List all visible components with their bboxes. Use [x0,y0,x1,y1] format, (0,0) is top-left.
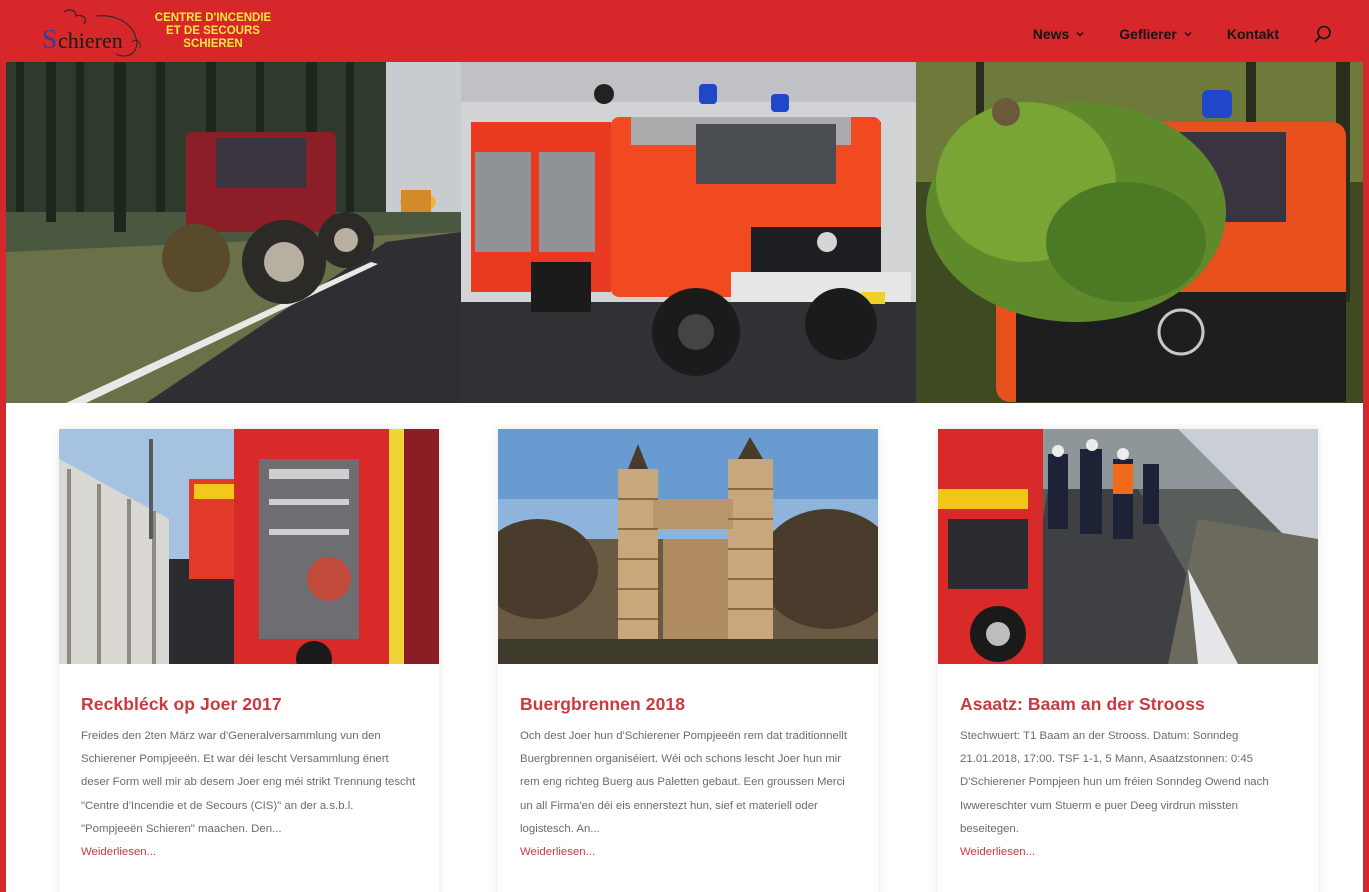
nav-item-geflierer[interactable]: Geflierer [1119,26,1193,42]
post-image-3[interactable] [938,429,1318,664]
search-icon[interactable] [1313,24,1333,44]
brand-line-3: SCHIEREN [183,38,243,50]
hero-image-fire-truck[interactable] [461,62,916,403]
hero-image-tractor[interactable] [6,62,461,403]
read-more-link[interactable]: Weiderliesen... [520,841,856,864]
nav-item-kontakt[interactable]: Kontakt [1227,26,1279,42]
post-excerpt: Freides den 2ten März war d'Generalversa… [81,730,416,835]
brand-name[interactable]: CENTRE D'INCENDIE ET DE SECOURS SCHIEREN [142,12,284,51]
post-excerpt: Och dest Joer hun d'Schierener Pompjeeën… [520,730,847,835]
chevron-down-icon [1076,32,1084,37]
nav-item-label: Geflierer [1119,26,1177,42]
brand-line-2: ET DE SECOURS [166,25,260,37]
post-image-2[interactable] [498,429,878,664]
post-card-3: Asaatz: Baam an der Strooss Stechwuert: … [938,429,1318,892]
logo-s-letter: S [42,24,57,54]
post-card-1: Reckbléck op Joer 2017 Freides den 2ten … [59,429,439,892]
nav-item-label: Kontakt [1226,26,1279,42]
read-more-link[interactable]: Weiderliesen... [960,841,1296,864]
hero-gallery [6,62,1363,403]
post-title[interactable]: Asaatz: Baam an der Strooss [960,694,1296,715]
nav-item-news[interactable]: News [1033,26,1086,42]
site-header: S chieren CENTRE D'INCENDIE ET DE SECOUR… [6,6,1363,62]
hero-image-truck-tree[interactable] [916,62,1363,403]
chevron-down-icon [1184,32,1192,37]
logo-wordmark: chieren [58,28,123,53]
main-nav: News Geflierer Kontakt [1033,6,1333,62]
site-logo[interactable]: S chieren [36,8,148,60]
logo-emblem: S chieren [42,9,141,57]
post-title[interactable]: Buergbrennen 2018 [520,694,856,715]
post-body-2: Buergbrennen 2018 Och dest Joer hun d'Sc… [498,664,878,864]
post-card-2: Buergbrennen 2018 Och dest Joer hun d'Sc… [498,429,878,892]
post-body-3: Asaatz: Baam an der Strooss Stechwuert: … [938,664,1318,864]
post-title[interactable]: Reckbléck op Joer 2017 [81,694,417,715]
post-excerpt: Stechwuert: T1 Baam an der Strooss. Datu… [960,730,1269,835]
nav-item-label: News [1032,26,1070,42]
post-body-1: Reckbléck op Joer 2017 Freides den 2ten … [59,664,439,864]
post-image-1[interactable] [59,429,439,664]
read-more-link[interactable]: Weiderliesen... [81,841,417,864]
brand-line-1: CENTRE D'INCENDIE [154,12,272,24]
page-frame: S chieren CENTRE D'INCENDIE ET DE SECOUR… [0,0,1369,892]
